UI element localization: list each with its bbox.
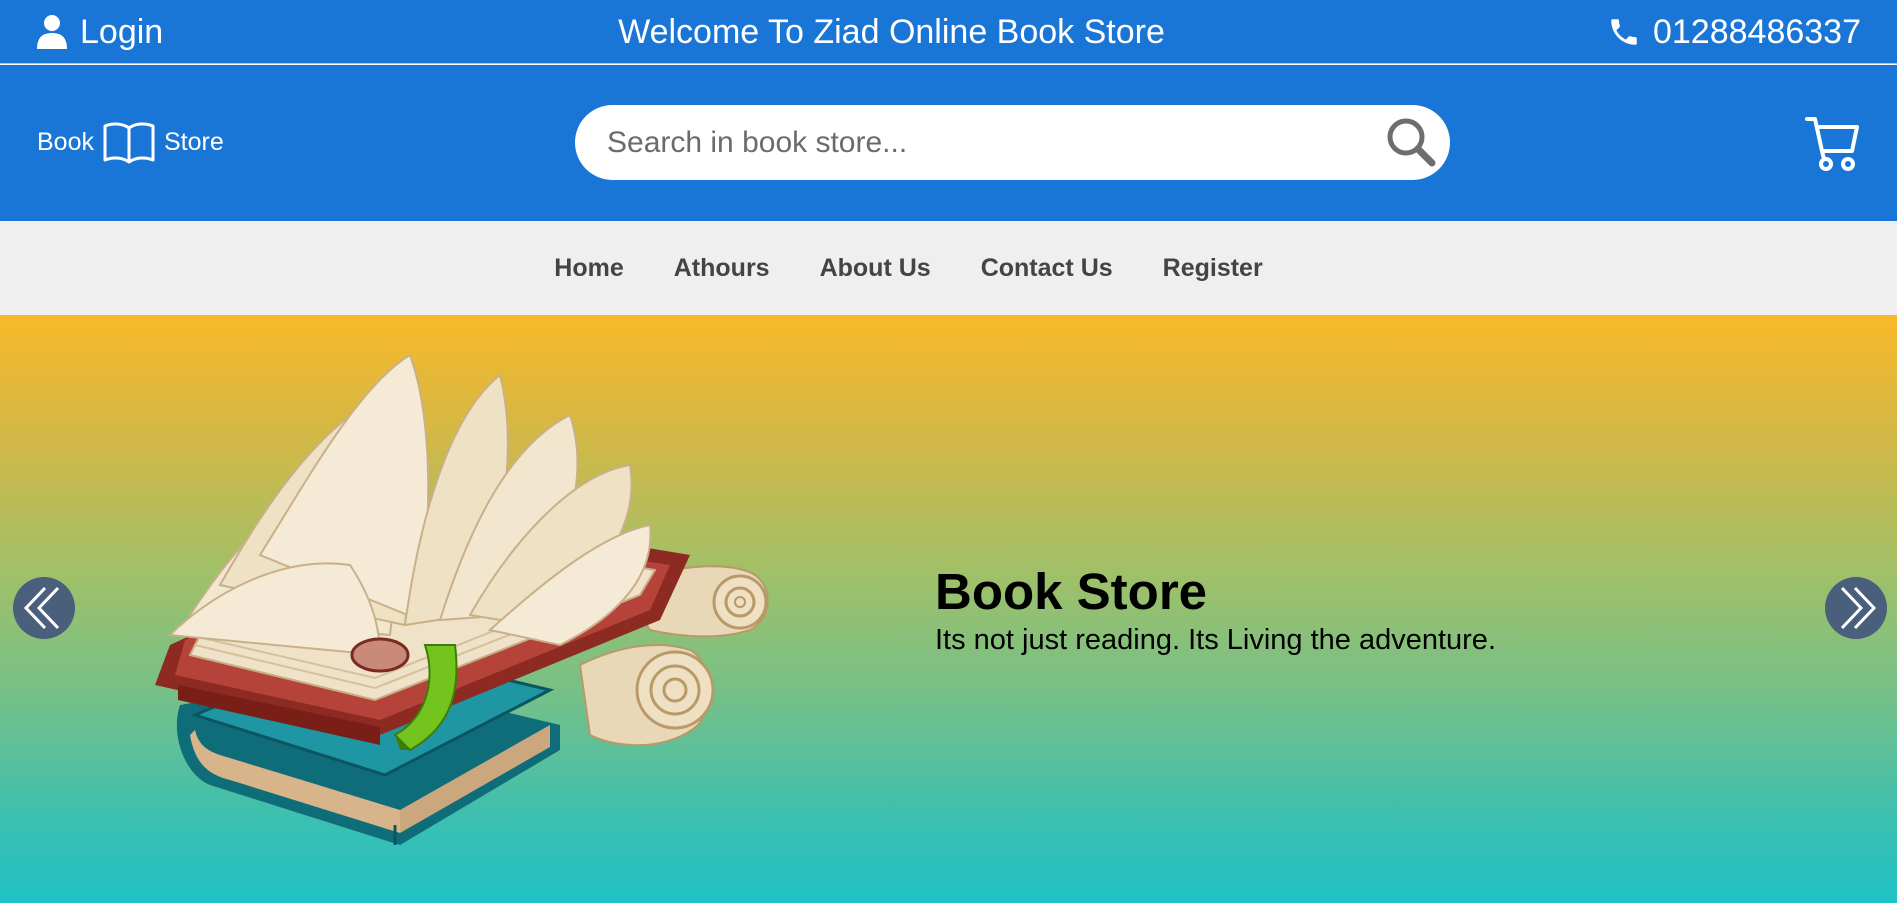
nav-item-home[interactable]: Home: [529, 253, 648, 283]
hero-title: Book Store: [935, 563, 1208, 620]
search-icon[interactable]: [1382, 114, 1440, 172]
logo[interactable]: Book Store: [37, 120, 224, 164]
slider-next-button[interactable]: [1825, 577, 1887, 639]
search-input[interactable]: [607, 105, 1347, 180]
nav-item-about-us[interactable]: About Us: [795, 253, 956, 283]
cart-icon[interactable]: [1805, 115, 1859, 171]
welcome-text: Welcome To Ziad Online Book Store: [618, 13, 1165, 51]
phone-contact: 01288486337: [1607, 12, 1861, 52]
main-nav: Home Athours About Us Contact Us Registe…: [0, 221, 1897, 315]
hero-slider: Book Store Its not just reading. Its Liv…: [0, 315, 1897, 903]
logo-text-right: Store: [163, 128, 224, 156]
open-book-illustration: [150, 353, 790, 855]
open-book-icon: [102, 120, 156, 164]
nav-item-contact-us[interactable]: Contact Us: [956, 253, 1138, 283]
top-bar: Login Welcome To Ziad Online Book Store …: [0, 0, 1897, 64]
header: Book Store: [0, 65, 1897, 221]
logo-text-left: Book: [37, 128, 94, 156]
double-chevron-left-icon: [23, 586, 60, 630]
double-chevron-right-icon: [1840, 586, 1877, 630]
phone-icon: [1607, 15, 1641, 49]
slider-prev-button[interactable]: [13, 577, 75, 639]
hero-subtitle: Its not just reading. Its Living the adv…: [935, 624, 1496, 656]
phone-number: 01288486337: [1652, 13, 1861, 51]
nav-item-authors[interactable]: Athours: [649, 253, 795, 283]
search-bar: [575, 105, 1450, 180]
nav-item-register[interactable]: Register: [1138, 253, 1288, 283]
hero-text: Book Store Its not just reading. Its Liv…: [935, 563, 1496, 657]
